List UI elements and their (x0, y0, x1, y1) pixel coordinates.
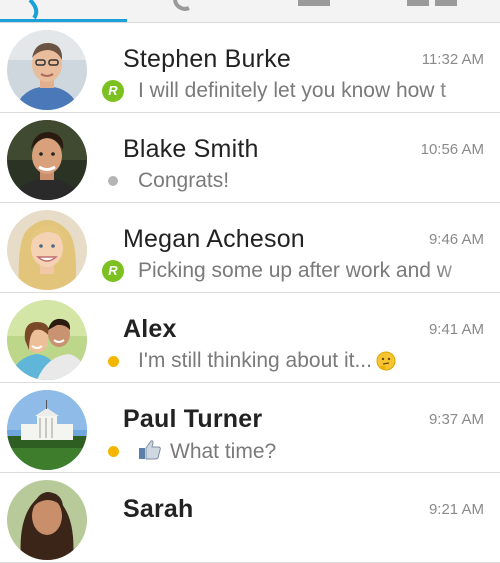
contacts-icon (298, 0, 330, 6)
conversation-row[interactable]: Alex 9:41 AM I'm still thinking about it… (0, 293, 500, 383)
conversation-list: Stephen Burke 11:32 AM R I will definite… (0, 23, 500, 563)
avatar[interactable] (7, 120, 87, 200)
timestamp: 10:56 AM (420, 141, 484, 158)
tab-contacts[interactable] (252, 0, 377, 22)
thinking-emoji-icon (376, 351, 396, 371)
contact-name: Alex (123, 315, 177, 343)
read-receipt-icon: R (102, 260, 124, 282)
conversation-row[interactable]: Sarah 9:21 AM (0, 473, 500, 563)
unread-indicator (102, 440, 124, 462)
message-preview: Congrats! (138, 169, 230, 192)
unread-dot-icon (108, 446, 119, 457)
timestamp: 9:41 AM (428, 321, 484, 338)
delivered-indicator (102, 170, 124, 192)
delivered-dot-icon (108, 176, 118, 186)
contact-name: Paul Turner (123, 405, 263, 433)
history-icon (173, 0, 190, 11)
message-preview: Picking some up after work and w (138, 259, 452, 282)
read-receipt-badge: R (102, 260, 124, 282)
tab-history[interactable] (127, 0, 252, 22)
avatar[interactable] (7, 480, 87, 560)
contact-name: Megan Acheson (123, 225, 305, 253)
tab-bar (0, 0, 500, 23)
tab-groups[interactable] (377, 0, 500, 22)
conversation-row[interactable]: Paul Turner 9:37 AM What time? (0, 383, 500, 473)
message-preview-text: I'm still thinking about it... (138, 349, 372, 372)
avatar[interactable] (7, 300, 87, 380)
conversation-row[interactable]: Stephen Burke 11:32 AM R I will definite… (0, 23, 500, 113)
timestamp: 9:46 AM (428, 231, 484, 248)
avatar[interactable] (7, 210, 87, 290)
read-receipt-badge: R (102, 80, 124, 102)
read-receipt-icon: R (102, 80, 124, 102)
contact-name: Blake Smith (123, 135, 259, 163)
avatar[interactable] (7, 30, 87, 110)
thumbs-up-icon (139, 440, 161, 460)
conversation-row[interactable]: Blake Smith 10:56 AM Congrats! (0, 113, 500, 203)
conversation-row[interactable]: Megan Acheson 9:46 AM R Picking some up … (0, 203, 500, 293)
unread-indicator (102, 350, 124, 372)
message-preview: I will definitely let you know how t (138, 79, 447, 102)
timestamp: 9:37 AM (428, 411, 484, 428)
contact-name: Stephen Burke (123, 45, 291, 73)
message-preview: What time? (138, 439, 500, 464)
message-preview: I'm still thinking about it... (138, 349, 500, 373)
tab-active-indicator (0, 19, 127, 22)
avatar[interactable] (7, 390, 87, 470)
message-preview-text: What time? (170, 440, 277, 463)
groups-icon (407, 0, 457, 6)
timestamp: 11:32 AM (421, 51, 484, 68)
tab-chats[interactable] (0, 0, 127, 22)
unread-dot-icon (108, 356, 119, 367)
